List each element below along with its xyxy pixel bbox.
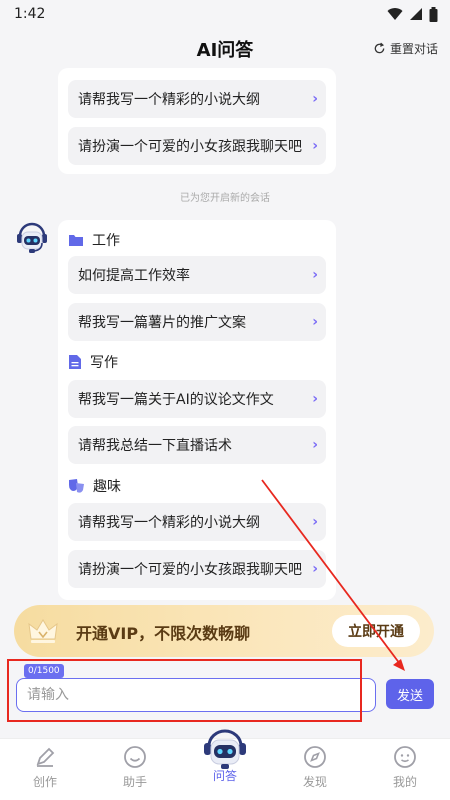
- tab-label: 创作: [32, 775, 57, 789]
- send-button[interactable]: 发送: [386, 679, 434, 709]
- compass-icon: [304, 746, 326, 768]
- suggestion-item[interactable]: 帮我写一篇关于AI的议论文作文 ›: [68, 380, 326, 418]
- tab-label: 助手: [122, 775, 147, 789]
- suggestion-label: 请帮我总结一下直播话术: [78, 438, 232, 454]
- system-note: 已为您开启新的会话: [180, 193, 270, 204]
- suggestion-item[interactable]: 请帮我写一个精彩的小说大纲 ›: [68, 80, 326, 118]
- vip-promo-text: 开通VIP，不限次数畅聊: [76, 624, 251, 643]
- tab-assistant[interactable]: 助手: [105, 745, 165, 790]
- header: AI问答 重置对话: [0, 32, 450, 66]
- char-counter: 0/1500: [24, 664, 64, 678]
- vip-banner[interactable]: 开通VIP，不限次数畅聊 立即开通: [14, 605, 434, 657]
- suggestion-item[interactable]: 如何提高工作效率 ›: [68, 256, 326, 294]
- open-vip-button[interactable]: 立即开通: [332, 615, 420, 647]
- tab-discover[interactable]: 发现: [285, 745, 345, 790]
- reset-conversation-button[interactable]: 重置对话: [373, 40, 438, 57]
- suggestion-label: 如何提高工作效率: [78, 268, 190, 284]
- suggestion-label: 请帮我写一个精彩的小说大纲: [78, 92, 260, 108]
- signal-icon: [410, 8, 422, 20]
- suggestion-label: 帮我写一篇关于AI的议论文作文: [78, 392, 274, 408]
- section-header-work: 工作: [68, 230, 120, 250]
- tab-label: 问答: [212, 769, 237, 783]
- suggestion-item[interactable]: 请帮我写一个精彩的小说大纲 ›: [68, 503, 326, 541]
- message-input[interactable]: [16, 678, 376, 712]
- refresh-icon: [374, 42, 385, 54]
- section-title: 趣味: [93, 479, 121, 495]
- document-icon: [69, 355, 81, 369]
- suggestion-item[interactable]: 帮我写一篇薯片的推广文案 ›: [68, 303, 326, 341]
- status-time: 1:42: [14, 6, 46, 22]
- chevron-right-icon: ›: [312, 138, 318, 154]
- chevron-right-icon: ›: [312, 391, 318, 407]
- chevron-right-icon: ›: [312, 91, 318, 107]
- robot-icon: [204, 729, 246, 769]
- section-title: 写作: [90, 355, 118, 371]
- suggestion-label: 请帮我写一个精彩的小说大纲: [78, 515, 260, 531]
- tab-label: 我的: [392, 775, 417, 789]
- section-title: 工作: [92, 233, 120, 249]
- suggestion-item[interactable]: 请帮我总结一下直播话术 ›: [68, 426, 326, 464]
- folder-icon: [69, 235, 83, 246]
- suggestion-card: 工作 如何提高工作效率 › 帮我写一篇薯片的推广文案 › 写作 帮我写一篇关于A…: [58, 220, 336, 600]
- battery-icon: [429, 6, 438, 22]
- tab-create[interactable]: 创作: [15, 745, 75, 790]
- chevron-right-icon: ›: [312, 561, 318, 577]
- chevron-right-icon: ›: [312, 514, 318, 530]
- pen-icon: [36, 747, 55, 767]
- tab-mine[interactable]: 我的: [375, 745, 435, 790]
- chevron-right-icon: ›: [312, 314, 318, 330]
- suggestion-item[interactable]: 请扮演一个可爱的小女孩跟我聊天吧 ›: [68, 127, 326, 165]
- profile-icon: [394, 746, 416, 768]
- chevron-right-icon: ›: [312, 267, 318, 283]
- section-header-fun: 趣味: [68, 476, 121, 496]
- previous-suggestion-card: 请帮我写一个精彩的小说大纲 › 请扮演一个可爱的小女孩跟我聊天吧 ›: [58, 68, 336, 174]
- status-icons: [387, 6, 438, 22]
- tab-label: 发现: [302, 775, 327, 789]
- suggestion-label: 请扮演一个可爱的小女孩跟我聊天吧: [78, 139, 302, 155]
- section-header-writing: 写作: [68, 352, 118, 372]
- crown-icon: [28, 619, 58, 643]
- reset-label: 重置对话: [389, 42, 438, 56]
- suggestion-label: 请扮演一个可爱的小女孩跟我聊天吧: [78, 562, 302, 578]
- page-title: AI问答: [196, 40, 254, 61]
- suggestion-item[interactable]: 请扮演一个可爱的小女孩跟我聊天吧 ›: [68, 550, 326, 588]
- smile-icon: [124, 746, 146, 768]
- suggestion-label: 帮我写一篇薯片的推广文案: [78, 315, 246, 331]
- bot-avatar: [17, 222, 47, 253]
- status-bar: 1:42: [0, 0, 450, 28]
- wifi-icon: [387, 7, 403, 20]
- masks-icon: [69, 479, 84, 493]
- chevron-right-icon: ›: [312, 437, 318, 453]
